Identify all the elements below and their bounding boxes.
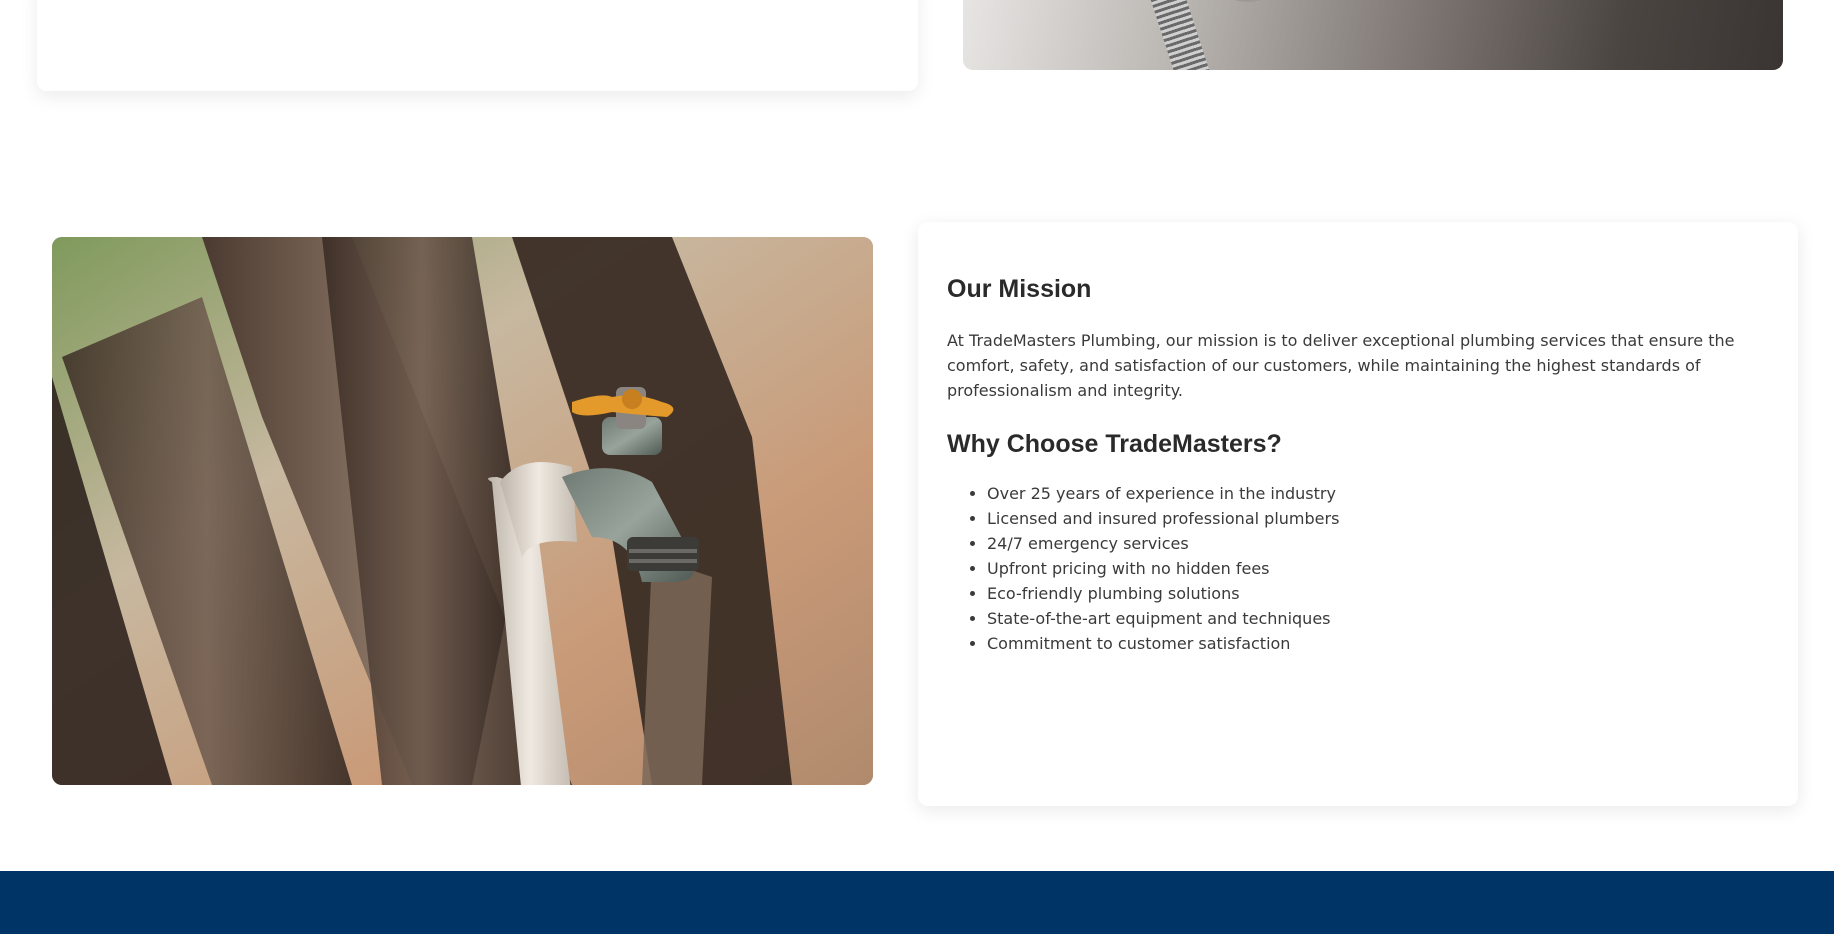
shower-knob [1218,0,1278,2]
faucet-illustration [52,237,873,785]
list-item: 24/7 emergency services [987,531,1768,556]
list-item: Commitment to customer satisfaction [987,631,1768,656]
shower-fixture-image [963,0,1783,70]
mission-card: Our Mission At TradeMasters Plumbing, ou… [918,222,1798,806]
list-item: Licensed and insured professional plumbe… [987,506,1768,531]
faucet-image [52,237,873,785]
why-choose-list: Over 25 years of experience in the indus… [947,481,1768,656]
footer-bar [0,871,1834,934]
list-item: Eco-friendly plumbing solutions [987,581,1768,606]
why-choose-heading: Why Choose TradeMasters? [947,430,1282,458]
list-item: Over 25 years of experience in the indus… [987,481,1768,506]
mission-paragraph: At TradeMasters Plumbing, our mission is… [947,331,1735,400]
mission-heading: Our Mission [947,275,1092,303]
list-item: State-of-the-art equipment and technique… [987,606,1768,631]
page: Our Mission At TradeMasters Plumbing, ou… [0,0,1834,934]
shower-hose [1146,0,1214,70]
list-item: Upfront pricing with no hidden fees [987,556,1768,581]
service-card [37,0,918,91]
